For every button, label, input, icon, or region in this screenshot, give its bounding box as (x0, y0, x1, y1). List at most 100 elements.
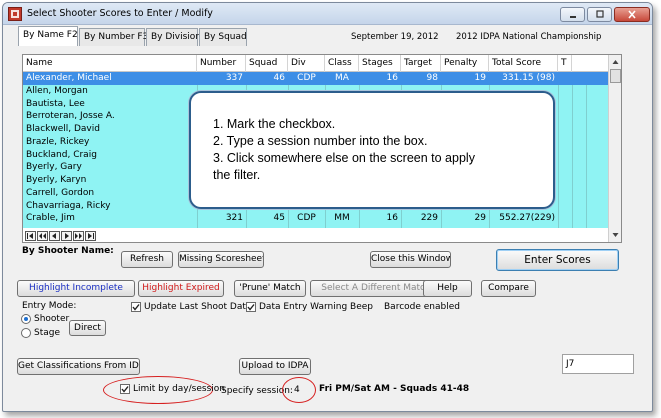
limit-by-session-label[interactable]: Limit by day/session (133, 384, 225, 394)
main-window: Select Shooter Scores to Enter / Modify … (2, 2, 653, 412)
grid-vertical-scrollbar[interactable] (608, 55, 621, 242)
cell-target: 229 (420, 213, 438, 224)
column-header-name[interactable]: Name (23, 55, 197, 72)
checkmark-icon (132, 304, 140, 311)
cell-squad: 45 (273, 213, 285, 224)
entry-mode-stage-label[interactable]: Stage (34, 328, 60, 338)
scroll-up-icon (612, 60, 619, 64)
compare-button[interactable]: Compare (481, 280, 536, 297)
prev-page-icon (39, 233, 46, 239)
column-header-penalty[interactable]: Penalty (441, 55, 489, 72)
data-entry-warning-beep-label[interactable]: Data Entry Warning Beep (259, 302, 373, 312)
match-name: 2012 IDPA National Championship (456, 32, 602, 42)
nav-next-button[interactable] (61, 231, 72, 241)
session-name: Fri PM/Sat AM - Squads 41-48 (319, 384, 470, 394)
instruction-line: 1. Mark the checkbox. (213, 117, 336, 131)
get-classifications-button[interactable]: Get Classifications From IDPA (17, 358, 140, 375)
cell-name: Alexander, Michael (26, 73, 112, 83)
window-title: Select Shooter Scores to Enter / Modify (27, 8, 213, 19)
cell-name: Blackwell, David (26, 124, 100, 134)
entry-mode-shooter-radio[interactable] (21, 314, 31, 324)
limit-by-session-checkbox[interactable] (120, 384, 130, 394)
column-header-squad[interactable]: Squad (246, 55, 288, 72)
table-row[interactable]: Crable, Jim 321 45 CDP MM 16 229 29 552.27(229) (23, 212, 608, 225)
cell-stages: 16 (386, 73, 398, 83)
column-header-number[interactable]: Number (197, 55, 246, 72)
prune-match-button[interactable]: 'Prune' Match (234, 280, 306, 297)
app-icon (8, 7, 22, 21)
by-shooter-label: By Shooter Name: (22, 246, 114, 256)
column-header-target[interactable]: Target (401, 55, 441, 72)
entry-mode-stage-radio[interactable] (21, 328, 31, 338)
highlight-expired-button[interactable]: Highlight Expired (138, 280, 224, 297)
nav-next-page-button[interactable] (73, 231, 84, 241)
cell-name: Chavarriaga, Ricky (26, 200, 111, 211)
column-header-div[interactable]: Div (288, 55, 325, 72)
upload-to-idpa-button[interactable]: Upload to IDPA (239, 358, 311, 375)
nav-last-button[interactable] (85, 231, 96, 241)
entry-mode-shooter-label[interactable]: Shooter (34, 314, 69, 324)
cell-name: Byerly, Gary (26, 162, 82, 173)
refresh-button[interactable]: Refresh (121, 251, 173, 268)
cell-penalty: 19 (474, 73, 486, 83)
data-entry-warning-beep-checkbox[interactable] (246, 302, 256, 312)
grid-header: Name Number Squad Div Class Stages Targe… (23, 55, 608, 72)
minimize-button[interactable] (560, 7, 585, 22)
nav-prev-button[interactable] (49, 231, 60, 241)
cell-total: 552.27(229) (499, 213, 555, 224)
maximize-button[interactable] (587, 7, 612, 22)
column-header-t[interactable]: T (558, 55, 572, 72)
entry-mode-label: Entry Mode: (22, 301, 77, 311)
cell-stages: 16 (386, 213, 398, 224)
update-last-shoot-date-label[interactable]: Update Last Shoot Date (144, 302, 251, 312)
column-header-class[interactable]: Class (325, 55, 359, 72)
direct-button[interactable]: Direct (69, 320, 106, 336)
tab-by-division[interactable]: By Division (146, 28, 201, 46)
enter-scores-button[interactable]: Enter Scores (496, 249, 619, 271)
cell-number: 321 (225, 213, 243, 224)
cell-div: CDP (297, 73, 316, 83)
column-header-stages[interactable]: Stages (359, 55, 401, 72)
tab-by-squad[interactable]: By Squad (199, 28, 247, 46)
first-record-icon (27, 233, 33, 239)
cell-name: Bautista, Lee (26, 98, 85, 109)
instruction-line: 3. Click somewhere else on the screen to… (213, 151, 475, 165)
checkmark-icon (121, 386, 129, 393)
cell-squad: 46 (273, 73, 285, 83)
last-record-icon (88, 233, 94, 239)
tab-by-number[interactable]: By Number F3 (79, 28, 148, 46)
close-window-button[interactable]: Close this Window (370, 251, 451, 268)
nav-first-button[interactable] (25, 231, 36, 241)
instruction-line: 2. Type a session number into the box. (213, 134, 428, 148)
close-button[interactable] (614, 7, 650, 22)
cell-div: CDP (297, 213, 316, 224)
maximize-icon (595, 10, 604, 18)
title-bar: Select Shooter Scores to Enter / Modify (3, 3, 652, 25)
tab-by-name[interactable]: By Name F2 (18, 26, 78, 46)
cell-class: MM (334, 213, 350, 224)
cell-penalty: 29 (474, 213, 486, 224)
scroll-thumb[interactable] (610, 69, 621, 83)
update-last-shoot-date-checkbox[interactable] (131, 302, 141, 312)
highlight-incomplete-button[interactable]: Highlight Incomplete (17, 280, 135, 297)
missing-scoresheets-button[interactable]: Missing Scoresheets (178, 251, 264, 268)
cell-reference-field[interactable]: J7 (562, 354, 634, 374)
column-header-total-score[interactable]: Total Score (489, 55, 558, 72)
cell-name: Byerly, Karyn (26, 175, 87, 185)
next-page-icon (75, 233, 82, 239)
cell-name: Brazle, Rickey (26, 136, 90, 147)
instruction-line: the filter. (213, 168, 261, 182)
cell-total: 331.15 (98) (502, 73, 555, 83)
session-number-input[interactable]: 4 (294, 385, 300, 395)
cell-name: Crable, Jim (26, 213, 75, 224)
cell-name: Buckland, Craig (26, 149, 97, 160)
help-button[interactable]: Help (423, 280, 472, 297)
scroll-down-icon (612, 233, 619, 237)
instruction-callout: 1. Mark the checkbox. 2. Type a session … (189, 91, 555, 209)
next-record-icon (65, 233, 69, 239)
barcode-status: Barcode enabled (384, 302, 460, 312)
cell-number: 337 (225, 73, 243, 83)
nav-prev-page-button[interactable] (37, 231, 48, 241)
match-date: September 19, 2012 (351, 32, 439, 42)
table-row[interactable]: Alexander, Michael 337 46 CDP MA 16 98 19 331.15… (23, 72, 608, 85)
